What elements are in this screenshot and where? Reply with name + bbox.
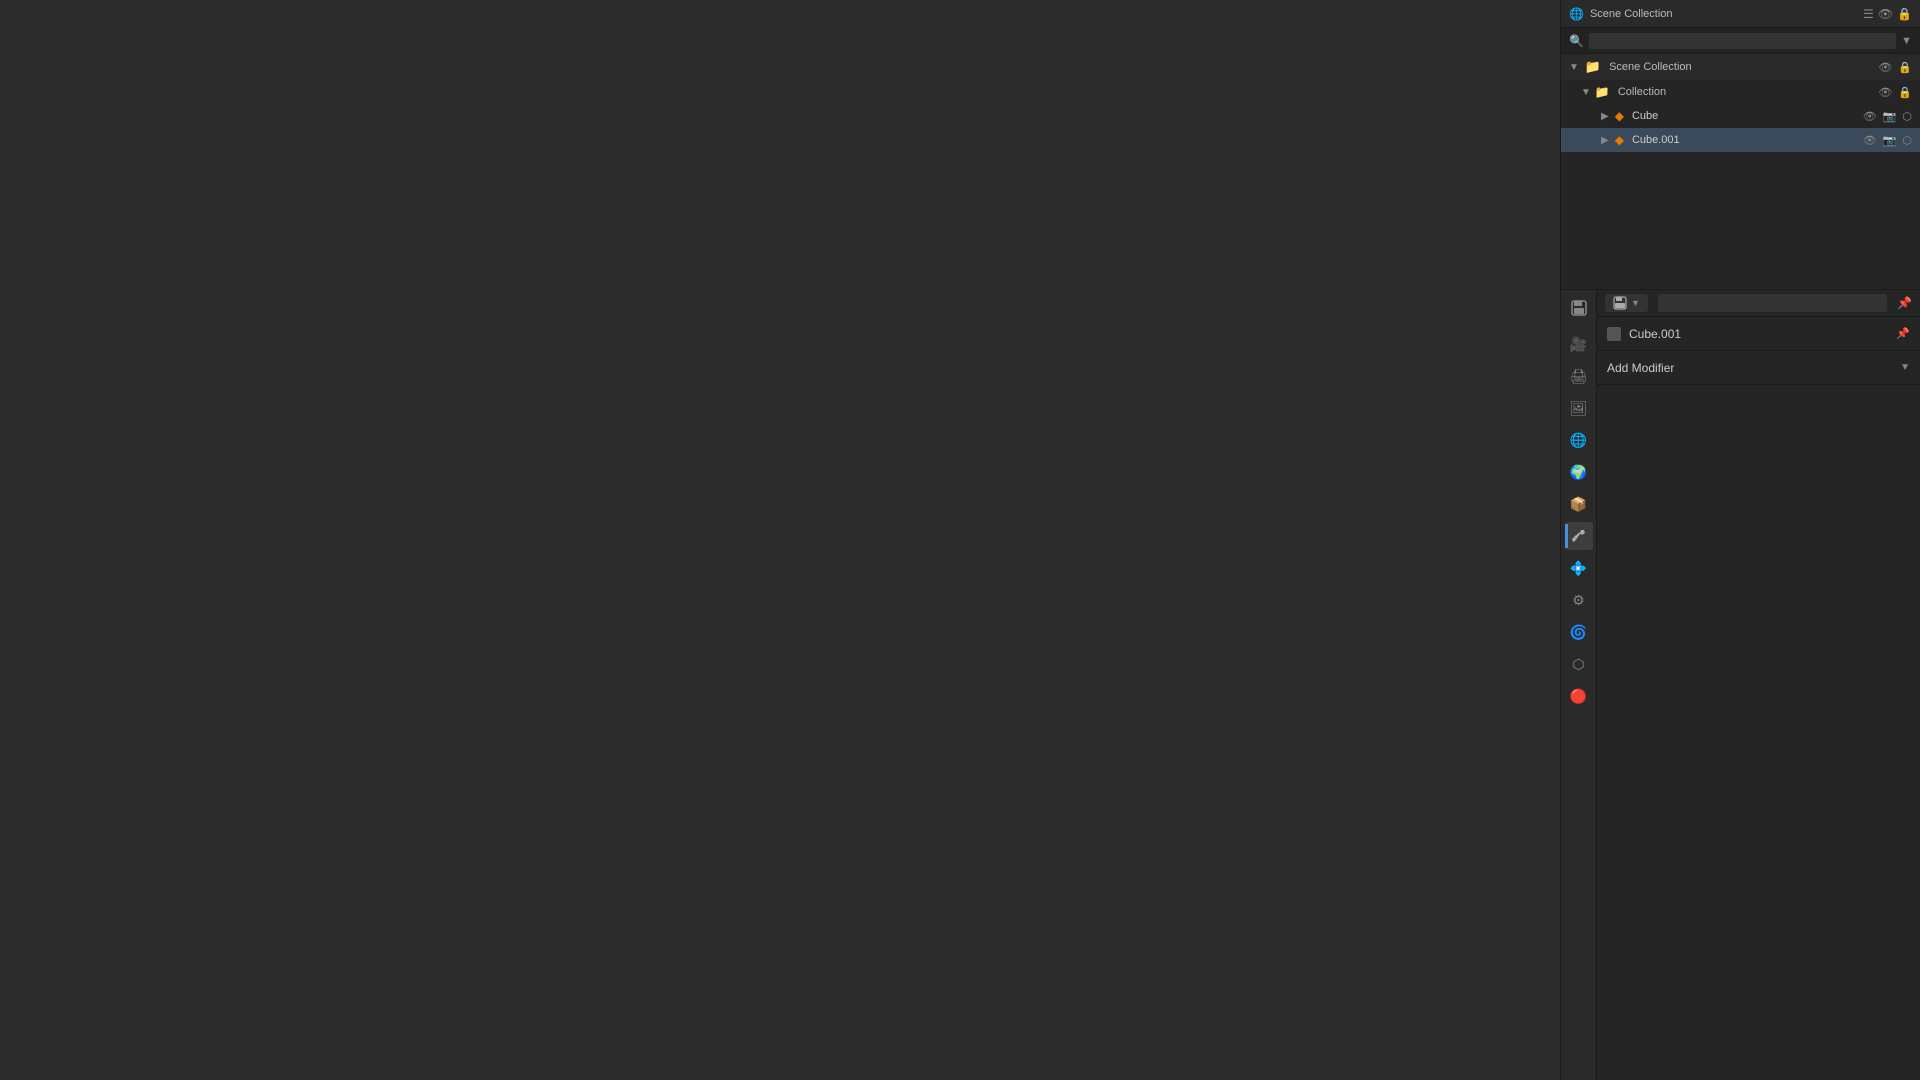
outliner-cube-item[interactable]: ▶ ◆ Cube 👁 📷 ⬡ <box>1561 104 1920 128</box>
scene-props-btn[interactable]: 🌐 <box>1565 426 1593 454</box>
modifier-obj-name: Cube.001 <box>1629 327 1896 341</box>
modifier-pin-icon[interactable]: 📌 <box>1896 327 1910 340</box>
cube001-item-icons: 👁 📷 ⬡ <box>1863 134 1912 147</box>
cube001-expand-arrow[interactable]: ▶ <box>1601 135 1609 146</box>
extra-props-btn[interactable]: 🔴 <box>1565 682 1593 710</box>
scene-hide-icon[interactable]: 🔒 <box>1898 61 1912 74</box>
properties-save-btn[interactable]: ▼ <box>1605 294 1648 312</box>
collection-expand-arrow[interactable]: ▼ <box>1569 62 1579 73</box>
outliner-search-bar: 🔍 ▼ <box>1561 28 1920 54</box>
add-modifier-label: Add Modifier <box>1607 361 1674 375</box>
col-eye-icon[interactable]: 👁 <box>1878 86 1892 99</box>
properties-search-input[interactable] <box>1658 294 1887 312</box>
right-panel: 🌐 Scene Collection ☰ 👁 🔒 🔍 ▼ ▼ 📁 Scene C… <box>0 0 360 1080</box>
add-modifier-chevron-icon: ▼ <box>1900 362 1910 373</box>
scene-icon: 🌐 <box>1569 7 1584 21</box>
properties-content-area: ▼ 📌 Cube.001 📌 Add Modifier ▼ <box>1597 290 1920 1080</box>
view-props-btn[interactable]: 🖼 <box>1565 394 1593 422</box>
collection-row[interactable]: ▼ 📁 Collection 👁 🔒 <box>1561 80 1920 104</box>
outliner-title: Scene Collection <box>1590 8 1673 20</box>
cube001-cam-icon[interactable]: 📷 <box>1883 134 1897 147</box>
cube-item-icons: 👁 📷 ⬡ <box>1863 110 1912 123</box>
properties-pin-icon[interactable]: 📌 <box>1897 296 1912 310</box>
cube001-eye-icon[interactable]: 👁 <box>1863 134 1877 147</box>
physics-props-btn[interactable]: ⚙ <box>1565 586 1593 614</box>
scene-collection-icons: 👁 🔒 <box>1878 61 1912 74</box>
outliner-panel: 🌐 Scene Collection ☰ 👁 🔒 🔍 ▼ ▼ 📁 Scene C… <box>1560 0 1920 290</box>
constraints-props-btn[interactable]: ⬡ <box>1565 650 1593 678</box>
properties-icon-sidebar: 🎥 🖨 🖼 🌐 🌍 📦 💠 ⚙ 🌀 ⬡ 🔴 <box>1561 290 1597 1080</box>
scene-collection-row[interactable]: ▼ 📁 Scene Collection 👁 🔒 <box>1561 54 1920 80</box>
object-props-btn[interactable]: 📦 <box>1565 490 1593 518</box>
save-icon-btn[interactable] <box>1565 294 1593 322</box>
cube-expand-arrow[interactable]: ▶ <box>1601 111 1609 122</box>
particles-props-btn[interactable]: 💠 <box>1565 554 1593 582</box>
col-hide-icon[interactable]: 🔒 <box>1898 86 1912 99</box>
properties-save-chevron: ▼ <box>1631 298 1640 308</box>
world-props-btn[interactable]: 🌍 <box>1565 458 1593 486</box>
filter-dropdown-icon[interactable]: ▼ <box>1901 35 1912 47</box>
outliner-cube001-item[interactable]: ▶ ◆ Cube.001 👁 📷 ⬡ <box>1561 128 1920 152</box>
collection-name-label: Collection <box>1618 86 1666 98</box>
cube001-filter-icon[interactable]: ⬡ <box>1902 134 1912 147</box>
search-icon: 🔍 <box>1569 34 1584 48</box>
scene-eye-icon[interactable]: 👁 <box>1878 61 1892 74</box>
outliner-filter-icons: ☰ 👁 🔒 <box>1863 7 1912 21</box>
outliner-header: 🌐 Scene Collection ☰ 👁 🔒 <box>1561 0 1920 28</box>
collection-expand-arrow[interactable]: ▼ <box>1581 87 1591 98</box>
cube001-mesh-icon: ◆ <box>1615 133 1624 147</box>
cube-eye-icon[interactable]: 👁 <box>1863 110 1877 123</box>
cube001-name: Cube.001 <box>1632 134 1680 146</box>
cube-name: Cube <box>1632 110 1658 122</box>
filter-icon[interactable]: ☰ <box>1863 7 1874 21</box>
collection-folder-icon: 📁 <box>1595 85 1610 99</box>
output-props-btn[interactable]: 🖨 <box>1565 362 1593 390</box>
render-props-btn[interactable]: 🎥 <box>1565 330 1593 358</box>
scene-collection-label: Scene Collection <box>1609 61 1692 73</box>
modifier-obj-icon <box>1607 327 1621 341</box>
modifier-header: Cube.001 📌 <box>1597 317 1920 351</box>
shader-props-btn[interactable]: 🌀 <box>1565 618 1593 646</box>
outliner-search-input[interactable] <box>1589 33 1896 49</box>
properties-panel: 🎥 🖨 🖼 🌐 🌍 📦 💠 ⚙ 🌀 ⬡ 🔴 <box>1560 290 1920 1080</box>
collection-icons: 👁 🔒 <box>1878 86 1912 99</box>
hide-filter-icon[interactable]: 🔒 <box>1897 7 1912 21</box>
properties-header-row: ▼ 📌 <box>1597 290 1920 317</box>
modifier-props-btn[interactable] <box>1565 522 1593 550</box>
add-modifier-btn[interactable]: Add Modifier ▼ <box>1597 351 1920 385</box>
cube-cam-icon[interactable]: 📷 <box>1883 110 1897 123</box>
camera-filter-icon[interactable]: 👁 <box>1878 7 1893 21</box>
save-icon <box>1613 296 1627 310</box>
collection-folder-icon: 📁 <box>1585 59 1601 75</box>
cube-mesh-icon: ◆ <box>1615 109 1624 123</box>
cube-filter-icon[interactable]: ⬡ <box>1902 110 1912 123</box>
